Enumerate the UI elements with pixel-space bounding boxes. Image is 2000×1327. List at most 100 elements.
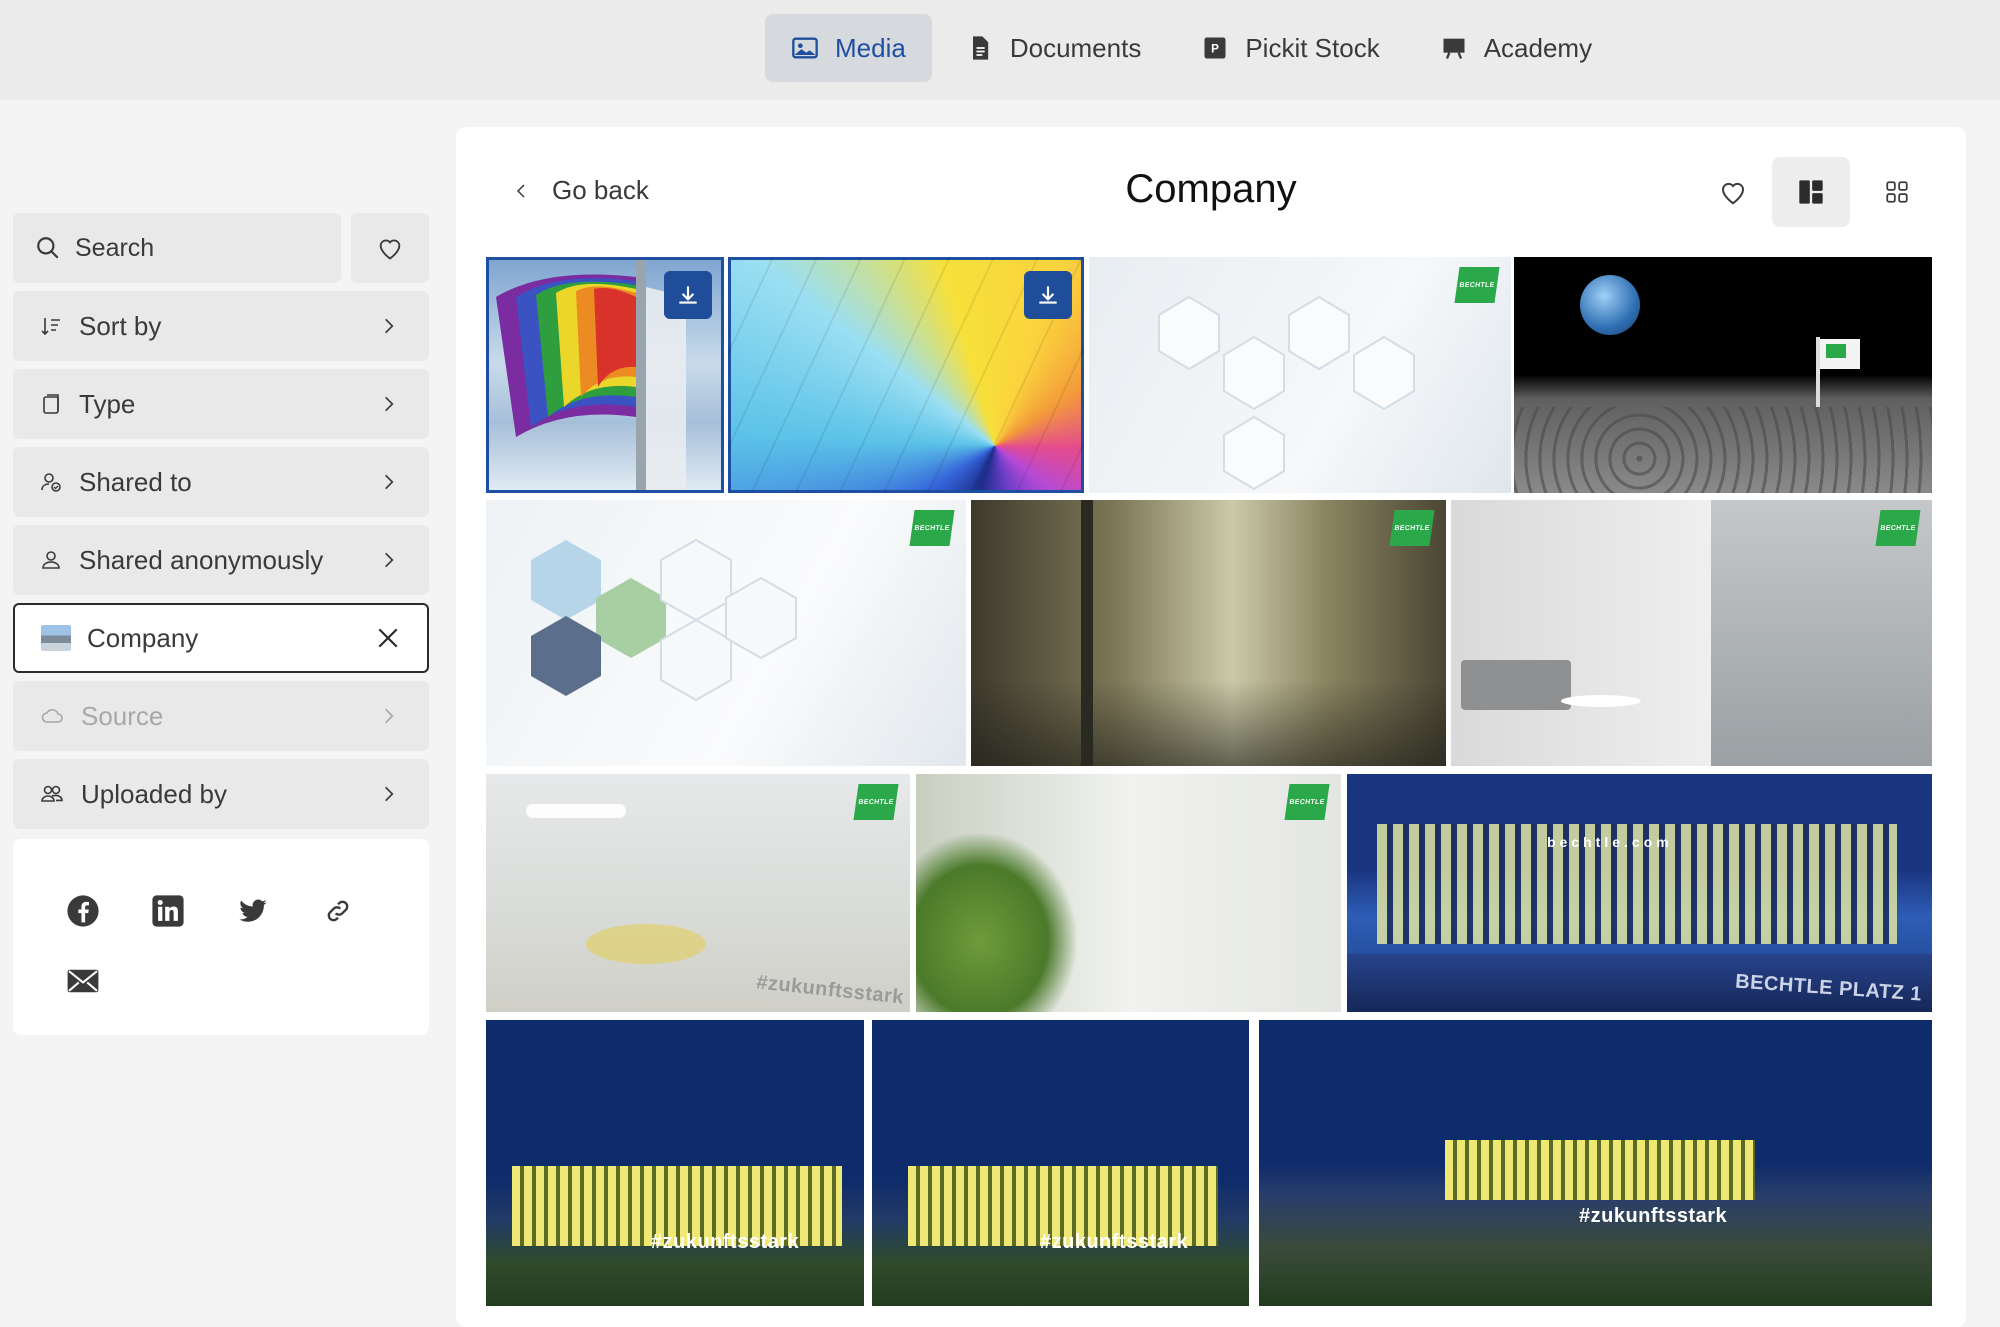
- floor-shadow: [971, 680, 1446, 766]
- filter-type[interactable]: Type: [13, 369, 429, 439]
- academy-icon: [1443, 38, 1465, 59]
- chevron-right-icon: [385, 786, 394, 802]
- masonry-layout-icon: [1799, 180, 1823, 204]
- bechtle-logo: BECHTLE: [853, 784, 899, 820]
- media-tile-moon-landing[interactable]: [1514, 257, 1932, 493]
- bechtle-logo: BECHTLE: [1875, 510, 1921, 546]
- shared-to-icon: [41, 473, 61, 492]
- filter-sidebar: Search Sort by Type Shared to Shared ano…: [13, 213, 429, 1035]
- media-tile-rainbow-flag[interactable]: [486, 257, 724, 493]
- heart-icon: [379, 239, 401, 260]
- users-icon: [41, 785, 63, 802]
- filter-shared-to[interactable]: Shared to: [13, 447, 429, 517]
- chevron-right-icon: [385, 708, 394, 724]
- favorite-collection-button[interactable]: [1694, 157, 1772, 227]
- twitter-icon[interactable]: [235, 893, 271, 929]
- email-icon[interactable]: [65, 963, 101, 999]
- bechtle-logo: BECHTLE: [1284, 784, 1330, 820]
- floor-accent: [586, 924, 706, 964]
- hexagon-colored-pattern: [531, 538, 797, 702]
- media-tile-headquarters-day[interactable]: bechtle.com BECHTLE PLATZ 1: [1347, 774, 1932, 1012]
- building-sign: bechtle.com: [1547, 834, 1673, 850]
- media-tile-hexagon-background-2[interactable]: BECHTLE: [486, 500, 966, 766]
- media-tile-headquarters-night-1[interactable]: #zukunftsstark: [486, 1020, 864, 1306]
- hexagon-pattern: [1158, 295, 1415, 491]
- filter-shared-anonymously[interactable]: Shared anonymously: [13, 525, 429, 595]
- image-icon: [792, 37, 818, 59]
- filter-source-label: Source: [81, 700, 164, 731]
- building-lights: [1445, 1140, 1755, 1200]
- link-icon[interactable]: [320, 893, 356, 929]
- search-input[interactable]: Search: [13, 213, 341, 283]
- filter-type-label: Type: [79, 388, 136, 419]
- filter-company-selected[interactable]: Company: [13, 603, 429, 673]
- grid-layout-icon: [1886, 181, 1908, 203]
- facebook-icon[interactable]: [65, 893, 101, 929]
- filter-shared-to-label: Shared to: [79, 466, 192, 497]
- tab-academy[interactable]: Academy: [1414, 14, 1618, 82]
- chevron-right-icon: [385, 396, 394, 412]
- type-icon: [43, 394, 59, 414]
- chevron-right-icon: [385, 552, 394, 568]
- media-tile-office-lounge[interactable]: BECHTLE: [1451, 500, 1932, 766]
- masonry-view-button[interactable]: [1772, 157, 1850, 227]
- document-icon: [972, 36, 988, 60]
- download-button[interactable]: [1024, 271, 1072, 319]
- sort-icon: [41, 318, 60, 336]
- heart-icon: [1721, 182, 1745, 205]
- tab-pickit-stock[interactable]: P Pickit Stock: [1175, 14, 1405, 82]
- linkedin-icon[interactable]: [150, 893, 186, 929]
- chevron-right-icon: [385, 474, 394, 490]
- zukunftsstark-tag: #zukunftsstark: [651, 1231, 800, 1253]
- favorites-button[interactable]: [351, 213, 429, 283]
- glass-frame: [1081, 500, 1093, 766]
- close-icon[interactable]: [375, 625, 401, 651]
- collection-panel: Go back Company BECHTLE BECHTLE BECHTLE …: [456, 127, 1966, 1327]
- chevron-right-icon: [385, 318, 394, 334]
- filter-shared-anonymously-label: Shared anonymously: [79, 544, 324, 575]
- download-icon: [679, 286, 697, 304]
- sofa: [1461, 660, 1571, 710]
- ceiling-light: [526, 804, 626, 818]
- tab-media-label: Media: [835, 32, 906, 63]
- moon-flag: [1820, 339, 1860, 369]
- svg-text:P: P: [1211, 43, 1219, 56]
- zukunftsstark-tag: #zukunftsstark: [755, 971, 905, 1009]
- filter-uploaded-by[interactable]: Uploaded by: [13, 759, 429, 829]
- top-navigation: Media Documents P Pickit Stock Academy: [0, 0, 2000, 100]
- media-tile-hallway[interactable]: #zukunftsstark BECHTLE: [486, 774, 910, 1012]
- media-tile-office-blur[interactable]: BECHTLE: [971, 500, 1446, 766]
- media-tile-plants[interactable]: BECHTLE: [916, 774, 1341, 1012]
- filter-sort-by[interactable]: Sort by: [13, 291, 429, 361]
- media-tile-hexagon-background-1[interactable]: BECHTLE: [1089, 257, 1511, 493]
- media-tile-headquarters-night-2[interactable]: #zukunftsstark: [872, 1020, 1249, 1306]
- grid-view-button[interactable]: [1858, 157, 1936, 227]
- tab-documents-label: Documents: [1009, 32, 1142, 63]
- search-icon: [37, 237, 59, 259]
- filter-sort-by-label: Sort by: [79, 310, 162, 341]
- tab-documents[interactable]: Documents: [940, 14, 1168, 82]
- collection-thumbnail: [41, 625, 71, 651]
- download-button[interactable]: [664, 271, 712, 319]
- bechtle-logo: BECHTLE: [1454, 267, 1500, 303]
- zukunftsstark-tag: #zukunftsstark: [1040, 1231, 1189, 1253]
- zukunftsstark-tag: #zukunftsstark: [1579, 1205, 1728, 1227]
- bechtle-logo: BECHTLE: [1389, 510, 1435, 546]
- bechtle-logo: BECHTLE: [909, 510, 955, 546]
- tab-pickit-stock-label: Pickit Stock: [1245, 32, 1380, 63]
- cloud-icon: [41, 709, 63, 723]
- main-tabs: Media Documents P Pickit Stock Academy: [765, 14, 1618, 82]
- media-tile-headquarters-night-3[interactable]: #zukunftsstark: [1259, 1020, 1932, 1306]
- download-icon: [1039, 286, 1057, 304]
- stock-icon: P: [1204, 37, 1226, 59]
- filter-source: Source: [13, 681, 429, 751]
- earth-image: [1580, 275, 1640, 335]
- media-tile-hot-air-balloon[interactable]: [728, 257, 1084, 493]
- plant-foliage: [916, 834, 1076, 1012]
- tab-academy-label: Academy: [1483, 32, 1593, 63]
- search-placeholder: Search: [75, 233, 155, 262]
- moon-surface: [1514, 407, 1932, 493]
- share-card: [13, 839, 429, 1035]
- lounge-wall: [1451, 500, 1711, 766]
- tab-media[interactable]: Media: [765, 14, 932, 82]
